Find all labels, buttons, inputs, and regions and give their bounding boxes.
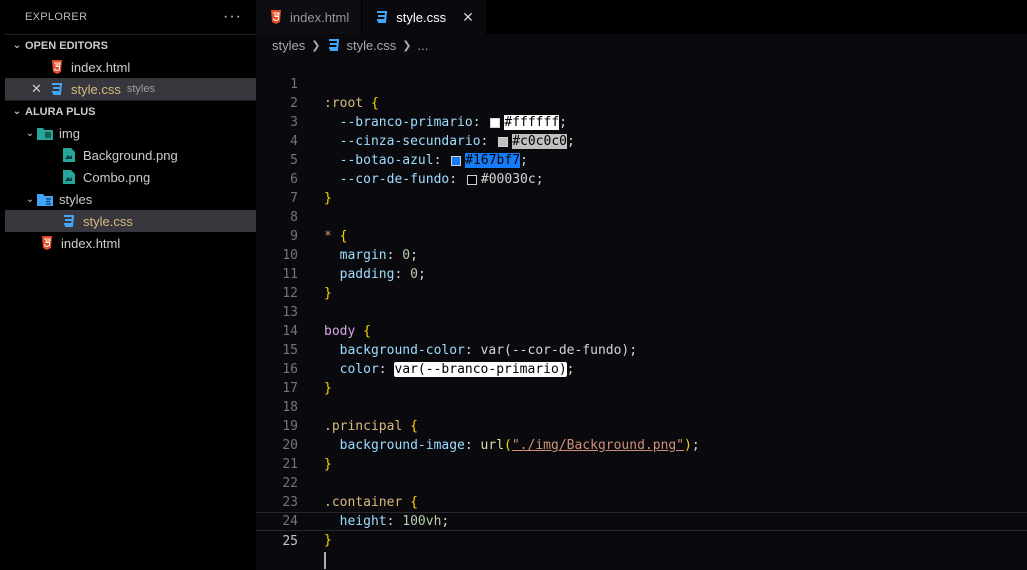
file-label: Combo.png [83,169,151,185]
explorer-header: EXPLORER ··· [5,0,256,34]
explorer-sidebar: EXPLORER ··· ⌄ OPEN EDITORS index.html ✕… [0,0,256,570]
close-icon[interactable]: ✕ [31,81,42,97]
code-line: 8 * { [256,189,1027,244]
code-line: 10 padding: 0; [256,227,1027,282]
breadcrumb-file[interactable]: style.css [346,38,396,53]
code-line: 20 } [256,417,1027,472]
tab-label: style.css [396,9,447,25]
code-line: 1 :root { [256,56,1027,111]
editor-tabs: index.html style.css ✕ [256,0,1027,34]
code-line: 22 .container { [256,455,1027,510]
text-cursor [324,552,326,569]
html-file-icon [49,59,65,75]
css-file-icon [49,81,65,97]
code-line: 5 --cor-de-fundo: #00030c; [256,132,1027,187]
code-line: 3 --cinza-secundario: #c0c0c0; [256,94,1027,149]
line-number: 25 [282,534,298,549]
image-file-icon [61,147,77,163]
file-label: Background.png [83,147,178,163]
chevron-right-icon: ❯ [311,39,321,52]
file-style-css[interactable]: style.css [5,210,256,232]
code-line: 2 --branco-primario: #ffffff; [256,75,1027,130]
html-file-icon [268,9,284,25]
code-line: 15 color: var(--branco-primario); [256,322,1027,377]
code-line: 16 } [256,341,1027,396]
code-line: 23 height: 100vh; [256,474,1027,529]
code-line: 17 [256,360,1027,396]
code-text [324,551,326,570]
chevron-down-icon: ⌄ [25,127,35,139]
breadcrumb: styles ❯ style.css ❯ ... [256,34,1027,56]
tab-index-html[interactable]: index.html [256,0,363,34]
explorer-title: EXPLORER [25,11,88,23]
code-line: 19 background-image: url("./img/Backgrou… [256,398,1027,453]
file-folder-description: styles [126,83,155,95]
open-editors-section[interactable]: ⌄ OPEN EDITORS [5,34,256,56]
project-section[interactable]: ⌄ ALURA PLUS [5,100,256,122]
folder-styles[interactable]: ⌄ styles [5,188,256,210]
folder-label: styles [59,191,93,207]
code-line: 24 } [256,493,1027,548]
tab-style-css[interactable]: style.css ✕ [362,0,487,34]
code-line: 21 [256,436,1027,472]
open-editor-style-css[interactable]: ✕ style.css styles [5,78,256,100]
chevron-down-icon: ⌄ [25,193,35,205]
code-line: 12 [256,265,1027,301]
code-editor[interactable]: 1 :root { 2 --branco-primario: #ffffff; … [256,56,1027,570]
css-file-icon [61,213,77,229]
file-index-html[interactable]: index.html [5,232,256,254]
project-label: ALURA PLUS [25,105,96,118]
code-line: 4 --botao-azul: #167bf7; [256,113,1027,168]
breadcrumb-folder[interactable]: styles [272,38,305,53]
code-line-current: 25 [256,512,1027,569]
file-combo-png[interactable]: Combo.png [5,166,256,188]
chevron-right-icon: ❯ [402,39,412,52]
folder-img[interactable]: ⌄ img [5,122,256,144]
close-tab-icon[interactable]: ✕ [462,9,474,26]
code-line: 11 } [256,246,1027,301]
file-label: style.css [83,213,133,229]
folder-label: img [59,125,80,141]
chevron-down-icon: ⌄ [12,106,22,117]
code-line: 13 body { [256,284,1027,339]
image-file-icon [61,169,77,185]
file-background-png[interactable]: Background.png [5,144,256,166]
file-label: index.html [61,235,121,251]
css-file-icon [326,37,342,53]
html-file-icon [39,235,55,251]
open-editor-index-html[interactable]: index.html [5,56,256,78]
css-file-icon [374,9,390,25]
chevron-down-icon: ⌄ [12,40,22,51]
breadcrumb-more[interactable]: ... [418,38,429,53]
file-label: index.html [71,59,131,75]
code-text: } [324,533,332,548]
tab-label: index.html [290,9,350,25]
more-actions-icon[interactable]: ··· [223,8,242,26]
file-label: style.css [71,81,121,97]
code-line: 14 background-color: var(--cor-de-fundo)… [256,303,1027,358]
open-editors-label: OPEN EDITORS [25,39,108,52]
code-line: 7 [256,170,1027,206]
code-line: 9 margin: 0; [256,208,1027,263]
code-line: 6 } [256,151,1027,206]
css-folder-icon [37,191,53,207]
code-line: 18 .principal { [256,379,1027,434]
image-folder-icon [37,125,53,141]
